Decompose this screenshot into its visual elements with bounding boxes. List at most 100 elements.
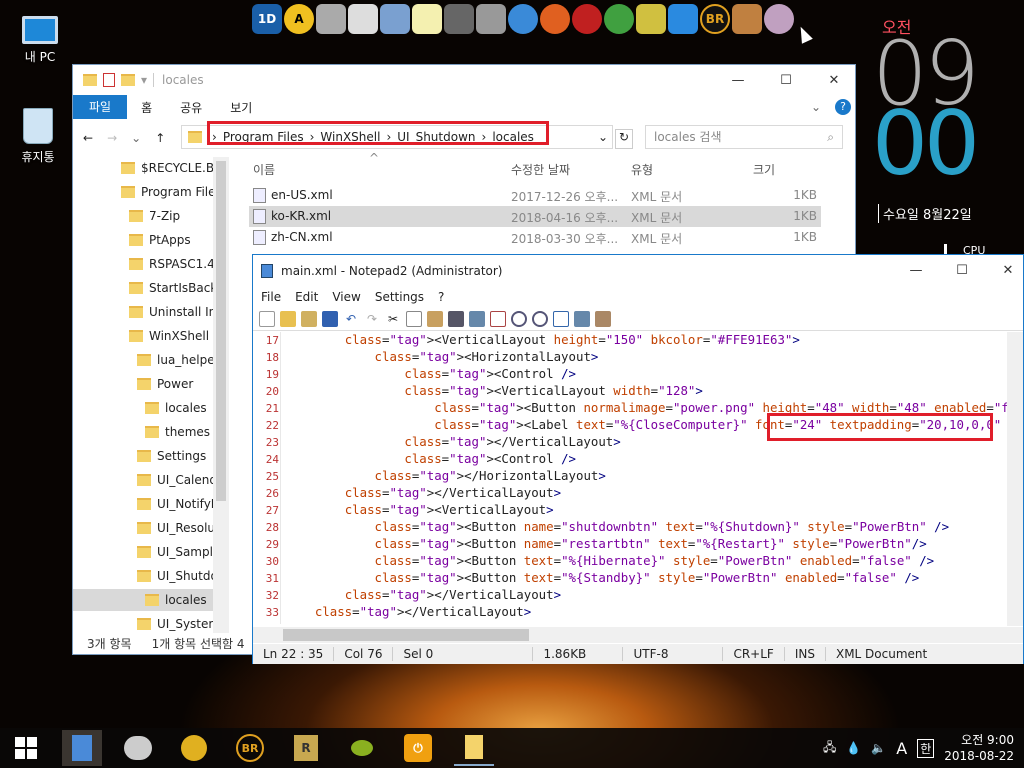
undo-icon[interactable]: ↶ xyxy=(343,311,359,327)
taskbar-explorer[interactable] xyxy=(454,730,494,766)
dock-item-wand[interactable] xyxy=(636,4,666,34)
tree-item[interactable]: UI_Resolut xyxy=(137,517,220,539)
dock-item-timer[interactable] xyxy=(348,4,378,34)
dock-item-disk[interactable] xyxy=(316,4,346,34)
menu-view[interactable]: View xyxy=(332,290,360,304)
column-size[interactable]: 크기 xyxy=(753,161,775,178)
save-icon[interactable] xyxy=(322,310,338,327)
code-line[interactable]: 24 class="tag"><Control /> xyxy=(253,451,1023,468)
code-line[interactable]: 27 class="tag"><VerticalLayout> xyxy=(253,502,1023,519)
dock-item-download[interactable] xyxy=(540,4,570,34)
volume-icon[interactable]: 🔈 xyxy=(871,741,886,755)
tree-item[interactable]: lua_helper xyxy=(137,349,220,371)
taskbar-olive[interactable] xyxy=(342,730,382,766)
column-modified[interactable]: 수정한 날짜 xyxy=(511,161,570,178)
dock-item-ghost[interactable] xyxy=(412,4,442,34)
file-row[interactable]: ko-KR.xml 2018-04-16 오후... XML 문서 1KB xyxy=(249,206,821,227)
search-input[interactable]: locales 검색 ⌕ xyxy=(645,125,843,149)
network-icon[interactable]: 🖧 xyxy=(823,738,836,759)
dock-item-disc[interactable] xyxy=(604,4,634,34)
copy-icon[interactable] xyxy=(406,310,422,327)
up-icon[interactable]: ↑ xyxy=(155,131,165,145)
tree-item[interactable]: locales xyxy=(73,589,213,611)
close-button[interactable]: ✕ xyxy=(811,65,857,95)
tray-clock[interactable]: 오전 9:00 2018-08-22 xyxy=(944,732,1014,764)
file-row[interactable]: en-US.xml 2017-12-26 오후... XML 문서 1KB xyxy=(249,185,821,206)
dock-item-play[interactable] xyxy=(668,4,698,34)
redo-icon[interactable]: ↷ xyxy=(364,311,380,327)
code-line[interactable]: 26 class="tag"></VerticalLayout> xyxy=(253,485,1023,502)
file-row[interactable]: zh-CN.xml 2018-03-30 오후... XML 문서 1KB xyxy=(249,227,821,248)
dock-item-drive[interactable] xyxy=(444,4,474,34)
tree-item[interactable]: UI_Calenda xyxy=(137,469,224,491)
tree-item[interactable]: StartIsBack xyxy=(129,277,217,299)
zoom-out-icon[interactable] xyxy=(532,310,548,327)
code-line[interactable]: 31 class="tag"><Button text="%{Standby}"… xyxy=(253,570,1023,587)
paste-icon[interactable] xyxy=(427,310,443,327)
code-line[interactable]: 32 class="tag"></VerticalLayout> xyxy=(253,587,1023,604)
tree-item[interactable]: themes xyxy=(145,421,210,443)
dock-item-usb[interactable] xyxy=(476,4,506,34)
horizontal-scrollbar[interactable] xyxy=(253,627,1023,643)
ribbon-expand-icon[interactable]: ⌄ xyxy=(797,100,835,114)
menu-settings[interactable]: Settings xyxy=(375,290,424,304)
tree-item[interactable]: PtApps xyxy=(129,229,191,251)
code-line[interactable]: 33 class="tag"></VerticalLayout> xyxy=(253,604,1023,621)
tree-item[interactable]: 7-Zip xyxy=(129,205,180,227)
tree-item[interactable]: Uninstall Inf xyxy=(129,301,221,323)
taskbar-notepad[interactable] xyxy=(62,730,102,766)
maximize-button[interactable]: ☐ xyxy=(939,255,985,285)
desktop-icon-recycle-bin[interactable]: 휴지통 xyxy=(6,108,70,165)
tree-item[interactable]: RSPASC1.4 xyxy=(129,253,215,275)
minimize-button[interactable]: — xyxy=(893,255,939,285)
properties-icon[interactable] xyxy=(103,73,115,87)
find-icon[interactable] xyxy=(448,310,464,327)
menu-file[interactable]: File xyxy=(261,290,281,304)
maximize-button[interactable]: ☐ xyxy=(763,65,809,95)
tab-file[interactable]: 파일 xyxy=(73,95,128,119)
wordwrap-icon[interactable] xyxy=(553,310,569,327)
tree-item[interactable]: locales xyxy=(145,397,207,419)
taskbar-r[interactable]: R xyxy=(286,730,326,766)
code-line[interactable]: 17 class="tag"><VerticalLayout height="1… xyxy=(253,332,1023,349)
refresh-icon[interactable]: ↻ xyxy=(615,129,633,149)
tree-item[interactable]: WinXShell xyxy=(129,325,209,347)
tab-view[interactable]: 보기 xyxy=(216,99,266,116)
tree-scrollbar[interactable] xyxy=(213,157,229,633)
menu-help[interactable]: ? xyxy=(438,290,444,304)
tree-item[interactable]: Program Files xyxy=(121,181,222,203)
replace-icon[interactable] xyxy=(469,310,485,327)
taskbar-br[interactable]: BR xyxy=(230,730,270,766)
address-dropdown-icon[interactable]: ⌄ xyxy=(598,130,608,144)
forward-icon[interactable]: → xyxy=(107,131,117,145)
tree-item[interactable]: UI_NotifyI xyxy=(137,493,214,515)
goto-icon[interactable] xyxy=(490,310,506,327)
dock-item-1d[interactable]: 1D xyxy=(252,4,282,34)
close-button[interactable]: ✕ xyxy=(985,255,1024,285)
menu-edit[interactable]: Edit xyxy=(295,290,318,304)
browse-icon[interactable] xyxy=(301,310,317,327)
minimize-button[interactable]: — xyxy=(715,65,761,95)
new-folder-icon[interactable] xyxy=(121,74,135,86)
code-line[interactable]: 28 class="tag"><Button name="shutdownbtn… xyxy=(253,519,1023,536)
cut-icon[interactable]: ✂ xyxy=(385,311,401,327)
tree-item[interactable]: Power xyxy=(137,373,193,395)
zoom-in-icon[interactable] xyxy=(511,310,527,327)
ime-indicator[interactable]: A xyxy=(896,739,907,758)
dock-item-monitor[interactable] xyxy=(380,4,410,34)
code-line[interactable]: 20 class="tag"><VerticalLayout width="12… xyxy=(253,383,1023,400)
dock-item-br[interactable]: BR xyxy=(700,4,730,34)
column-name[interactable]: 이름 xyxy=(253,161,275,178)
code-line[interactable]: 30 class="tag"><Button text="%{Hibernate… xyxy=(253,553,1023,570)
dock-item-a[interactable]: A xyxy=(284,4,314,34)
taskbar-imagine[interactable] xyxy=(174,730,214,766)
chevron-down-icon[interactable]: ▾ xyxy=(141,73,147,87)
code-editor[interactable]: 17 class="tag"><VerticalLayout height="1… xyxy=(253,332,1023,624)
tab-share[interactable]: 공유 xyxy=(166,99,216,116)
taskbar-drive[interactable] xyxy=(118,730,158,766)
start-button[interactable] xyxy=(6,730,46,766)
drop-icon[interactable]: 💧 xyxy=(846,741,861,755)
tree-item[interactable]: $RECYCLE.BII xyxy=(121,157,221,179)
scheme-icon[interactable] xyxy=(574,310,590,327)
help-icon[interactable]: ? xyxy=(835,99,851,115)
